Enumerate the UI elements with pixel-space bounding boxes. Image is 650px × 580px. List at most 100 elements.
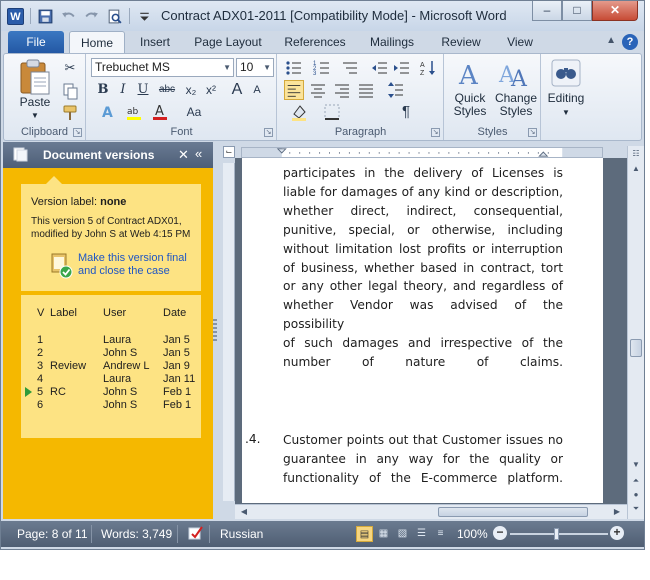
print-preview-icon[interactable]	[106, 8, 123, 25]
next-page-icon[interactable]: ⏷	[629, 502, 643, 516]
show-marks-icon[interactable]: ¶	[396, 102, 416, 122]
font-launcher-icon[interactable]: ↘	[264, 128, 273, 137]
sort-icon[interactable]: AZ	[418, 58, 438, 78]
close-pane-icon[interactable]: ✕	[178, 147, 189, 163]
scroll-thumb[interactable]	[630, 339, 642, 357]
superscript-button[interactable]: x²	[201, 80, 221, 100]
shading-icon[interactable]	[290, 102, 310, 122]
binoculars-icon[interactable]	[550, 58, 582, 88]
pane-splitter[interactable]	[213, 319, 217, 343]
bullets-icon[interactable]	[284, 58, 304, 78]
tab-view[interactable]: View	[497, 31, 543, 53]
clipboard-launcher-icon[interactable]: ↘	[73, 128, 82, 137]
tab-references[interactable]: References	[277, 31, 353, 53]
tab-review[interactable]: Review	[433, 31, 489, 53]
print-layout-icon[interactable]: ▤	[356, 526, 373, 542]
change-styles-button[interactable]: Change Styles	[491, 92, 541, 118]
quick-styles-button[interactable]: Quick Styles	[445, 92, 495, 118]
underline-button[interactable]: U	[133, 80, 153, 100]
editing-button[interactable]: Editing	[542, 92, 590, 105]
paste-icon[interactable]	[18, 58, 52, 96]
vertical-ruler[interactable]	[223, 163, 235, 501]
browse-object-icon[interactable]: ●	[629, 488, 643, 502]
font-family-combo[interactable]: Trebuchet MS ▼	[91, 58, 234, 77]
strikethrough-button[interactable]: abc	[157, 80, 177, 100]
redo-icon[interactable]	[83, 8, 100, 25]
proofing-icon[interactable]	[187, 525, 205, 542]
styles-launcher-icon[interactable]: ↘	[528, 128, 537, 137]
paragraph-guarantee[interactable]: Customer points out that Customer issues…	[283, 431, 563, 488]
zoom-slider-thumb[interactable]	[554, 528, 559, 540]
horizontal-scrollbar[interactable]: ◀ ▶	[235, 504, 627, 519]
italic-button[interactable]: I	[113, 80, 133, 100]
zoom-level[interactable]: 100%	[457, 527, 488, 541]
paste-button[interactable]: Paste	[10, 96, 60, 109]
grow-font-button[interactable]: A	[227, 80, 247, 100]
horizontal-scroll-thumb[interactable]	[438, 507, 588, 517]
horizontal-ruler[interactable]	[241, 147, 603, 158]
version-row[interactable]: 4 Laura Jan 11	[21, 373, 201, 386]
multilevel-list-icon[interactable]	[340, 58, 360, 78]
tab-home[interactable]: Home	[69, 31, 125, 53]
text-effects-icon[interactable]: A	[99, 102, 119, 122]
vertical-scrollbar[interactable]: ☷ ▲ ▼ ⏶ ● ⏷	[627, 146, 644, 519]
help-icon[interactable]: ?	[622, 34, 638, 50]
version-row[interactable]: 5 RC John S Feb 1	[21, 386, 201, 399]
copy-icon[interactable]	[60, 81, 80, 101]
align-right-icon[interactable]	[332, 80, 352, 100]
draft-icon[interactable]: ≡	[432, 526, 449, 542]
web-layout-icon[interactable]: ▧	[394, 526, 411, 542]
scroll-down-icon[interactable]: ▼	[629, 458, 643, 472]
word-count[interactable]: Words: 3,749	[101, 527, 172, 541]
version-row[interactable]: 2 John S Jan 5	[21, 347, 201, 360]
scroll-left-icon[interactable]: ◀	[237, 505, 251, 519]
maximize-button[interactable]: □	[562, 1, 592, 21]
version-row[interactable]: 6 John S Feb 1	[21, 399, 201, 412]
outline-icon[interactable]: ☰	[413, 526, 430, 542]
font-color-icon[interactable]: A	[151, 102, 171, 122]
tab-selector[interactable]: ⌙	[223, 146, 235, 158]
quick-styles-icon[interactable]: A	[453, 58, 487, 90]
tab-page-layout[interactable]: Page Layout	[187, 31, 269, 53]
previous-page-icon[interactable]: ⏶	[629, 474, 643, 488]
paragraph-launcher-icon[interactable]: ↘	[431, 128, 440, 137]
subscript-button[interactable]: x₂	[181, 80, 201, 100]
word-app-icon[interactable]: W	[7, 7, 24, 25]
undo-icon[interactable]	[60, 8, 77, 25]
decrease-indent-icon[interactable]	[370, 58, 390, 78]
close-button[interactable]: ✕	[592, 1, 638, 21]
make-final-icon[interactable]	[51, 253, 73, 279]
tab-file[interactable]: File	[8, 31, 64, 53]
numbering-icon[interactable]: 123	[312, 58, 332, 78]
change-case-button[interactable]: Aa	[181, 102, 207, 122]
zoom-out-icon[interactable]: −	[493, 526, 507, 540]
version-row[interactable]: 1 Laura Jan 5	[21, 334, 201, 347]
editing-dropdown-icon[interactable]: ▼	[542, 106, 590, 119]
align-center-icon[interactable]	[308, 80, 328, 100]
paragraph-liability[interactable]: participates in the delivery of Licenses…	[283, 164, 563, 372]
collapse-pane-icon[interactable]: «	[195, 146, 202, 161]
document-page[interactable]: participates in the delivery of Licenses…	[242, 158, 603, 503]
tab-mailings[interactable]: Mailings	[361, 31, 423, 53]
page-count[interactable]: Page: 8 of 11	[17, 527, 88, 541]
language-indicator[interactable]: Russian	[220, 527, 263, 541]
minimize-button[interactable]: –	[532, 1, 562, 21]
tab-insert[interactable]: Insert	[131, 31, 179, 53]
increase-indent-icon[interactable]	[392, 58, 412, 78]
version-row[interactable]: 3 Review Andrew L Jan 9	[21, 360, 201, 373]
highlight-icon[interactable]: ab	[125, 102, 145, 122]
cut-icon[interactable]: ✂	[60, 58, 80, 78]
scroll-up-icon[interactable]: ▲	[629, 162, 643, 176]
change-styles-icon[interactable]: AA	[497, 58, 531, 90]
justify-icon[interactable]	[356, 80, 376, 100]
full-screen-reading-icon[interactable]: ▦	[375, 526, 392, 542]
save-icon[interactable]	[37, 8, 54, 25]
zoom-slider-track[interactable]	[510, 533, 608, 535]
align-left-icon[interactable]	[284, 80, 304, 100]
paste-dropdown-icon[interactable]: ▼	[30, 109, 40, 122]
minimize-ribbon-icon[interactable]: ▲	[606, 35, 616, 46]
zoom-in-icon[interactable]: +	[610, 526, 624, 540]
bold-button[interactable]: B	[93, 80, 113, 100]
borders-icon[interactable]	[322, 102, 342, 122]
make-final-link[interactable]: Make this version final and close the ca…	[78, 252, 200, 278]
